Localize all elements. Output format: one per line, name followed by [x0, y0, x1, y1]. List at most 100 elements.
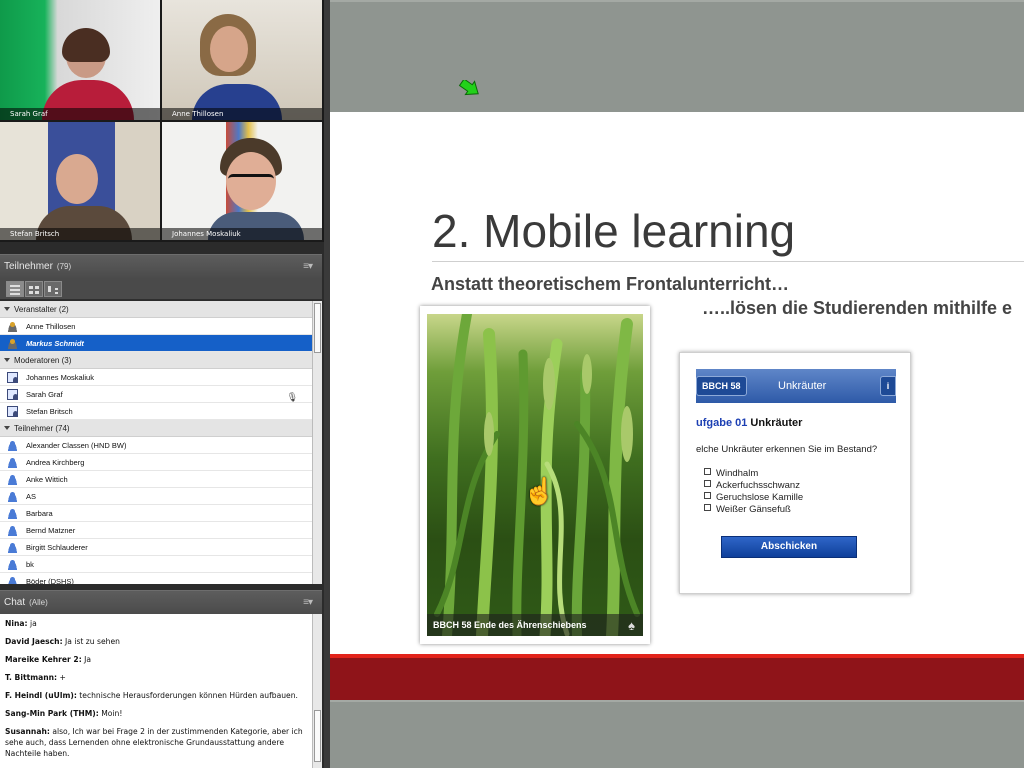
chat-text: + — [59, 673, 66, 682]
task-title: ufgabe 01 Unkräuter — [696, 417, 802, 429]
attendee-name: Anke Wittich — [26, 475, 68, 484]
attendee-row[interactable]: Sarah Graf 🎙 — [0, 386, 312, 403]
scrollbar-thumb[interactable] — [314, 710, 321, 762]
chat-message: T. Bittmann: + — [5, 672, 307, 683]
chat-text: also, Ich war bei Frage 2 in der zustimm… — [5, 727, 303, 758]
chat-sender: David Jaesch: — [5, 637, 63, 646]
video-tile-johannes-moskaliuk[interactable]: Johannes Moskaliuk — [162, 122, 322, 240]
chat-scope[interactable]: (Alle) — [29, 598, 48, 607]
chat-text: Moin! — [101, 709, 123, 718]
attendee-row[interactable]: Stefan Britsch — [0, 403, 312, 420]
slide-subtitle-2: …..lösen die Studierenden mithilfe e — [702, 298, 1013, 318]
info-button[interactable]: i — [880, 376, 896, 396]
photo-caption: BBCH 58 Ende des Ährenschiebens — [427, 614, 643, 636]
slide-subtitle: Anstatt theoretischem Frontalunterricht… — [431, 274, 790, 294]
checkbox-option[interactable]: Weißer Gänsefuß — [704, 504, 803, 516]
attendee-name: Sarah Graf — [26, 390, 63, 399]
status-view-icon[interactable] — [44, 281, 62, 297]
option-list: Windhalm Ackerfuchsschwanz Geruchslose Kam… — [704, 468, 803, 516]
slide-footer-bar — [330, 654, 1024, 700]
chat-message: Mareike Kehrer 2: Ja — [5, 654, 307, 665]
attendee-name: Birgitt Schlauderer — [26, 543, 88, 552]
chat-scrollbar[interactable] — [312, 614, 322, 768]
attendee-row[interactable]: Andrea Kirchberg — [0, 454, 312, 471]
chat-sender: Susannah: — [5, 727, 50, 736]
attendee-row[interactable]: Markus Schmidt — [0, 335, 312, 352]
checkbox-option[interactable]: Ackerfuchsschwanz — [704, 480, 803, 492]
chat-message: Sang-Min Park (THM): Moin! — [5, 708, 307, 719]
submit-button[interactable]: Abschicken — [721, 536, 857, 558]
host-icon — [7, 321, 18, 332]
attendees-pod: Teilnehmer (79) ≡▾ Veranstalter (2) Anne T… — [0, 254, 322, 584]
back-button[interactable]: BBCH 58 — [696, 376, 747, 396]
chat-sender: T. Bittmann: — [5, 673, 58, 682]
attendee-scrollbar[interactable] — [312, 301, 322, 584]
attendee-name: Stefan Britsch — [26, 407, 73, 416]
chat-title: Chat — [4, 597, 26, 608]
chat-message: David Jaesch: Ja ist zu sehen — [5, 636, 307, 647]
chat-pod: Chat (Alle) ≡▾ Nina: ja David Jaesch: Ja i… — [0, 590, 322, 768]
share-top-margin — [330, 0, 1024, 112]
title-divider — [432, 261, 1024, 262]
attendee-row[interactable]: Barbara — [0, 505, 312, 522]
video-tile-sarah-graf[interactable]: Sarah Graf — [0, 0, 160, 120]
checkbox-option[interactable]: Windhalm — [704, 468, 803, 480]
glasses-icon — [228, 174, 274, 184]
grid-view-icon[interactable] — [25, 281, 43, 297]
list-view-icon[interactable] — [6, 281, 24, 297]
person-hair — [62, 28, 110, 62]
attendee-name: Barbara — [26, 509, 53, 518]
checkbox-option[interactable]: Geruchslose Kamille — [704, 492, 803, 504]
mobile-app-mockup: BBCH 58 Unkräuter i ufgabe 01 Unkräuter … — [679, 352, 911, 594]
pod-menu-icon[interactable]: ≡▾ — [303, 591, 313, 615]
user-icon — [7, 508, 18, 519]
host-icon — [7, 338, 18, 349]
attendee-row[interactable]: Alexander Classen (HND BW) — [0, 437, 312, 454]
person-face — [210, 26, 248, 72]
attendee-name: Andrea Kirchberg — [26, 458, 85, 467]
user-icon — [7, 542, 18, 553]
user-icon — [7, 576, 18, 584]
attendee-row[interactable]: Bernd Matzner — [0, 522, 312, 539]
video-tile-stefan-britsch[interactable]: Stefan Britsch — [0, 122, 160, 240]
chat-text: Ja — [84, 655, 92, 664]
attendee-row[interactable]: bk — [0, 556, 312, 573]
video-tile-anne-thillosen[interactable]: Anne Thillosen — [162, 0, 322, 120]
wheat-photo-card: ☝ BBCH 58 Ende des Ährenschiebens ♠ — [420, 306, 650, 644]
chat-text: Ja ist zu sehen — [65, 637, 120, 646]
video-name-label: Stefan Britsch — [0, 228, 160, 240]
share-bottom-margin — [330, 700, 1024, 768]
chat-sender: Mareike Kehrer 2: — [5, 655, 82, 664]
share-pod: 2. Mobile learning Anstatt theoretischem… — [330, 0, 1024, 768]
attendee-row[interactable]: Johannes Moskaliuk — [0, 369, 312, 386]
task-name: Unkräuter — [750, 417, 803, 429]
wheat-leaves-drawing — [434, 314, 640, 636]
attendee-group-header[interactable]: Veranstalter (2) — [0, 301, 312, 318]
attendee-row[interactable]: AS — [0, 488, 312, 505]
attendees-count: (79) — [56, 262, 72, 271]
video-name-label: Anne Thillosen — [162, 108, 322, 120]
attendee-name: Johannes Moskaliuk — [26, 373, 94, 382]
presenter-icon — [7, 406, 18, 417]
user-icon — [7, 457, 18, 468]
attendee-row[interactable]: Birgitt Schlauderer — [0, 539, 312, 556]
attendee-row[interactable]: Böder (DSHS) — [0, 573, 312, 584]
attendee-row[interactable]: Anne Thillosen — [0, 318, 312, 335]
scrollbar-thumb[interactable] — [314, 303, 321, 353]
slide-title: 2. Mobile learning — [432, 205, 796, 257]
attendees-toolbar — [0, 278, 322, 300]
attendee-group-header[interactable]: Moderatoren (3) — [0, 352, 312, 369]
left-panel: Sarah Graf Anne Thillosen Stefan Britsch — [0, 0, 324, 768]
attendee-group-header[interactable]: Teilnehmer (74) — [0, 420, 312, 437]
presentation-slide: 2. Mobile learning Anstatt theoretischem… — [330, 112, 1024, 698]
pod-menu-icon[interactable]: ≡▾ — [303, 255, 313, 279]
chat-sender: F. Heindl (uUlm): — [5, 691, 77, 700]
user-icon — [7, 491, 18, 502]
video-name-label: Sarah Graf — [0, 108, 160, 120]
attendees-header: Teilnehmer (79) ≡▾ — [0, 254, 322, 278]
attendee-name: bk — [26, 560, 34, 569]
task-prefix: ufgabe 01 — [696, 417, 748, 429]
attendee-row[interactable]: Anke Wittich — [0, 471, 312, 488]
pointer-arrow-icon — [458, 80, 479, 96]
attendee-name: AS — [26, 492, 37, 501]
